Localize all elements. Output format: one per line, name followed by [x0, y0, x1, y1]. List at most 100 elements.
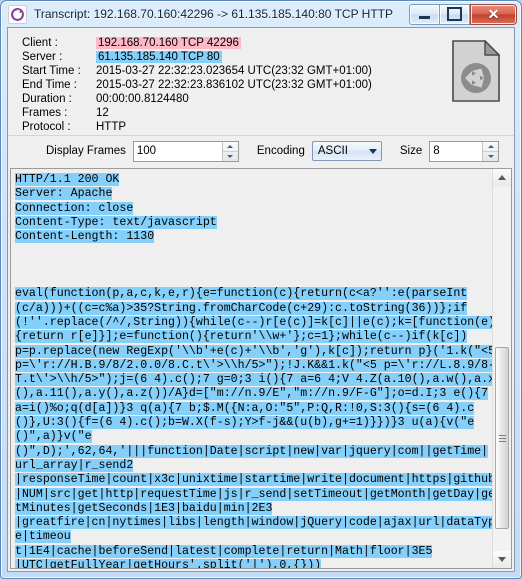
display-toolbar: Display Frames Encoding ASCII Size: [8, 135, 514, 166]
display-frames-input[interactable]: [133, 141, 222, 161]
transcript-text[interactable]: HTTP/1.1 200 OK Server: Apache Connection:…: [11, 169, 493, 568]
transcript-window: Transcript: 192.168.70.160:42296 -> 61.1…: [0, 0, 522, 579]
start-time-label: Start Time :: [22, 65, 81, 77]
transcript-line-text: {return r[e]}];e=function(){return'\\w+'…: [15, 330, 468, 344]
display-frames-increment[interactable]: [222, 142, 238, 152]
protocol-value: HTTP: [96, 121, 127, 133]
transcript-line-text: (),a.11(),a.y(),a.z())/A}d=["m://n.9/E",…: [15, 387, 489, 401]
transcript-line-text: p=p.replace(new RegExp('\\b'+e(c)+'\\b',…: [15, 344, 493, 358]
info-row-duration: Duration : 00:00:00.8124480: [22, 93, 372, 107]
transcript-line-text: Server: Apache: [15, 187, 113, 201]
close-icon: ✕: [487, 6, 500, 22]
transcript-line: ()},U:3(){f=(6 4).c();b=W.X(f-s);Y>f-j&&…: [15, 416, 493, 430]
encoding-select[interactable]: ASCII: [311, 141, 382, 161]
server-value: 61.135.185.140 TCP 80: [96, 51, 222, 63]
transcript-line-text: Connection: close: [15, 201, 134, 215]
window-title: Transcript: 192.168.70.160:42296 -> 61.1…: [34, 7, 394, 21]
size-label: Size: [399, 145, 423, 157]
frames-value: 12: [96, 107, 109, 119]
info-row-start-time: Start Time : 2015-03-27 22:32:23.023654 …: [22, 65, 372, 79]
transcript-line: p=\'r://H.B.9/8/2.0.0/8.C.t\'>\\h/5>");!…: [15, 358, 493, 373]
server-label: Server :: [22, 51, 63, 63]
transcript-line-text: Content-Length: 1130: [15, 230, 155, 244]
caret-up-icon: [227, 144, 234, 148]
client-label: Client :: [22, 37, 58, 49]
end-time-timezone: (23:32 GMT+01:00): [271, 79, 372, 91]
info-row-server: Server : 61.135.185.140 TCP 80: [22, 51, 372, 65]
transcript-line: |UTC|getFullYear|getHours'.split('|'),0,…: [15, 559, 493, 568]
minimize-button[interactable]: [409, 3, 440, 25]
end-time-value: 2015-03-27 22:32:23.836102 UTC: [96, 79, 272, 91]
scroll-thumb[interactable]: [495, 347, 509, 529]
scroll-up-arrow[interactable]: [493, 169, 511, 186]
transcript-line: ()",D);',62,64,'|||function|Date|script|…: [15, 444, 493, 459]
size-increment[interactable]: [483, 142, 499, 152]
transcript-line: [15, 273, 493, 287]
info-row-frames: Frames : 12: [22, 107, 372, 121]
client-area: Client : 192.168.70.160 TCP 42296 Server…: [7, 27, 515, 572]
transcript-line-text: tMinutes|getSeconds|1E3|baidu|min|2E3: [15, 501, 273, 515]
size-decrement[interactable]: [483, 152, 498, 161]
transcript-line-text: |greatfire|cn|nytimes|libs|length|window…: [15, 516, 493, 530]
transcript-line: e|timeou: [15, 530, 493, 544]
size-stepper[interactable]: [429, 140, 500, 162]
transcript-line: [15, 244, 493, 258]
window-controls: ✕: [409, 3, 517, 25]
protocol-label: Protocol :: [22, 121, 71, 133]
display-frames-stepper[interactable]: [132, 140, 239, 162]
arrow-up-icon: [498, 175, 506, 180]
transcript-line: (!''.replace(/^/,String)){while(c--)r[e(…: [15, 315, 493, 330]
client-value-cell: 192.168.70.160 TCP 42296: [96, 37, 271, 51]
transcript-line-text: |NUM|src|get|http|requestTime|js|r_send|…: [15, 487, 493, 501]
display-frames-decrement[interactable]: [223, 152, 238, 161]
document-recycle-icon: [452, 39, 501, 102]
transcript-line: Content-Length: 1130: [15, 230, 493, 244]
transcript-line-text: Content-Type: text/javascript: [15, 215, 217, 229]
transcript-line: {return r[e]}];e=function(){return'\\w+'…: [15, 330, 493, 344]
transcript-line: tMinutes|getSeconds|1E3|baidu|min|2E3: [15, 501, 493, 516]
connection-info-panel: Client : 192.168.70.160 TCP 42296 Server…: [8, 28, 514, 135]
transcript-line-text: ()",a)}v("e: [15, 430, 92, 444]
transcript-line-text: (c/a)))+((c=c%a)>35?String.fromCharCode(…: [15, 301, 468, 315]
transcript-textview[interactable]: HTTP/1.1 200 OK Server: Apache Connection:…: [10, 168, 512, 569]
start-time-value: 2015-03-27 22:32:23.023654 UTC: [96, 65, 272, 77]
connection-info-table: Client : 192.168.70.160 TCP 42296 Server…: [22, 37, 372, 135]
display-frames-label: Display Frames: [46, 145, 126, 157]
transcript-line: a=i()%o;q(d[a])}3 q(a){7 b;$.M({N:a,O:"5…: [15, 401, 493, 416]
size-spin-buttons[interactable]: [482, 141, 499, 161]
transcript-line: |responseTime|count|x3c|unixtime|startim…: [15, 473, 493, 487]
transcript-line-text: url_array|r_send2: [15, 458, 134, 472]
transcript-line: T.t\'>\\h/5>");j=(6 4).c();7 g=0;3 i(){7…: [15, 373, 493, 387]
encoding-label: Encoding: [256, 145, 305, 157]
client-value: 192.168.70.160 TCP 42296: [96, 37, 241, 49]
size-input[interactable]: [430, 141, 483, 161]
transcript-scrollbar[interactable]: [492, 169, 511, 568]
transcript-line: [15, 259, 493, 273]
grip-icon: [498, 434, 506, 442]
transcript-line-text: |UTC|getFullYear|getHours'.split('|'),0,…: [15, 559, 322, 568]
start-time-timezone: (23:32 GMT+01:00): [271, 65, 372, 77]
display-frames-spin-buttons[interactable]: [221, 141, 238, 161]
transcript-line: (),a.11(),a.y(),a.z())/A}d=["m://n.9/E",…: [15, 387, 493, 401]
transcript-line: ()",a)}v("e: [15, 430, 493, 444]
transcript-line-text: (!''.replace(/^/,String)){while(c--)r[e(…: [15, 315, 493, 329]
transcript-line: (c/a)))+((c=c%a)>35?String.fromCharCode(…: [15, 301, 493, 316]
arrow-down-icon: [498, 557, 506, 562]
duration-value: 00:00:00.8124480: [96, 93, 189, 105]
server-value-cell: 61.135.185.140 TCP 80: [96, 51, 271, 65]
encoding-value: ASCII: [317, 145, 348, 157]
close-button[interactable]: ✕: [470, 3, 517, 25]
caret-down-icon: [227, 154, 234, 158]
title-bar[interactable]: Transcript: 192.168.70.160:42296 -> 61.1…: [1, 1, 521, 27]
transcript-line-text: ()},U:3(){f=(6 4).c();b=W.X(f-s);Y>f-j&&…: [15, 416, 475, 430]
chevron-down-icon: [368, 148, 377, 154]
transcript-line: eval(function(p,a,c,k,e,r){e=function(c)…: [15, 287, 493, 301]
end-time-label: End Time :: [22, 79, 77, 91]
scroll-down-arrow[interactable]: [493, 551, 511, 568]
transcript-line-text: a=i()%o;q(d[a])}3 q(a){7 b;$.M({N:a,O:"5…: [15, 401, 475, 415]
transcript-line: Connection: close: [15, 201, 493, 216]
transcript-line: |NUM|src|get|http|requestTime|js|r_send|…: [15, 487, 493, 502]
maximize-button[interactable]: [440, 3, 470, 25]
info-row-client: Client : 192.168.70.160 TCP 42296: [22, 37, 372, 51]
duration-label: Duration :: [22, 93, 72, 105]
